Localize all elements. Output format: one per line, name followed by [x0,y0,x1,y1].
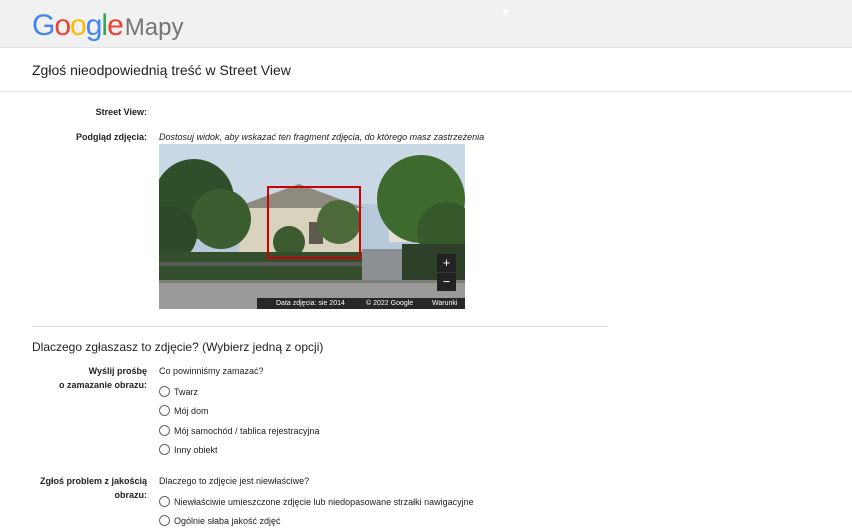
logo-letter-g2: g [85,9,103,42]
option-other-object-label[interactable]: Inny obiekt [174,445,218,455]
blur-request-label: Wyślij prośbę o zamazanie obrazu: [40,364,147,392]
terms-link[interactable]: Warunki [432,299,457,308]
photo-copyright: © 2022 Google [366,300,414,307]
radio-my-car[interactable] [159,425,170,437]
reason-section-title: Dlaczego zgłaszasz to zdjęcie? (Wybierz … [32,340,324,354]
option-misplaced-image[interactable]: Niewłaściwie umieszczone zdjęcie lub nie… [159,493,474,508]
option-misplaced-image-label[interactable]: Niewłaściwie umieszczone zdjęcie lub nie… [174,497,474,507]
option-other-object[interactable]: Inny obiekt [159,441,218,456]
google-maps-logo[interactable]: GoogleMapy [32,8,183,46]
photo-preview-hint: Dostosuj widok, aby wskazać ten fragment… [159,132,485,142]
radio-face[interactable] [159,386,170,398]
logo-letter-e: e [107,9,124,42]
decorative-dot [503,9,508,14]
radio-misplaced-image[interactable] [159,496,170,508]
blur-request-label-line1: Wyślij prośbę [88,366,147,376]
logo-letter-g1: G [32,9,55,42]
option-face-label[interactable]: Twarz [174,387,198,397]
logo-letter-o2: o [70,9,87,42]
option-my-house[interactable]: Mój dom [159,402,209,417]
section-divider [32,326,608,327]
quality-problem-label: Zgłoś problem z jakością obrazu: [20,474,147,502]
quality-question: Dlaczego to zdjęcie jest niewłaściwe? [159,476,310,486]
title-bar: Zgłoś nieodpowiednią treść w Street View [0,48,852,92]
zoom-in-button[interactable]: + [437,254,456,272]
street-view-label: Street View: [95,107,147,117]
photo-preview-label: Podgląd zdjęcia: [75,132,147,142]
street-view-image[interactable] [159,144,465,309]
page-title: Zgłoś nieodpowiednią treść w Street View [32,62,291,78]
blur-question: Co powinniśmy zamazać? [159,366,264,376]
logo-letter-o1: o [54,9,71,42]
radio-poor-quality[interactable] [159,515,170,527]
option-face[interactable]: Twarz [159,383,198,398]
street-view-photo[interactable]: + − [159,144,465,309]
quality-problem-label-line2: obrazu: [114,490,148,500]
zoom-out-button[interactable]: − [437,273,456,291]
option-my-car-label[interactable]: Mój samochód / tablica rejestracyjna [174,426,320,436]
option-poor-quality-label[interactable]: Ogólnie słaba jakość zdjęć [174,516,281,526]
top-bar: GoogleMapy [0,0,852,48]
option-my-car[interactable]: Mój samochód / tablica rejestracyjna [159,422,320,437]
blur-request-label-line2: o zamazanie obrazu: [58,380,147,390]
quality-problem-label-line1: Zgłoś problem z jakością [39,476,147,486]
logo-product-name: Mapy [124,14,184,41]
photo-date: Data zdjęcia: sie 2014 [276,300,345,307]
radio-my-house[interactable] [159,405,170,417]
option-my-house-label[interactable]: Mój dom [174,406,209,416]
radio-other-object[interactable] [159,444,170,456]
